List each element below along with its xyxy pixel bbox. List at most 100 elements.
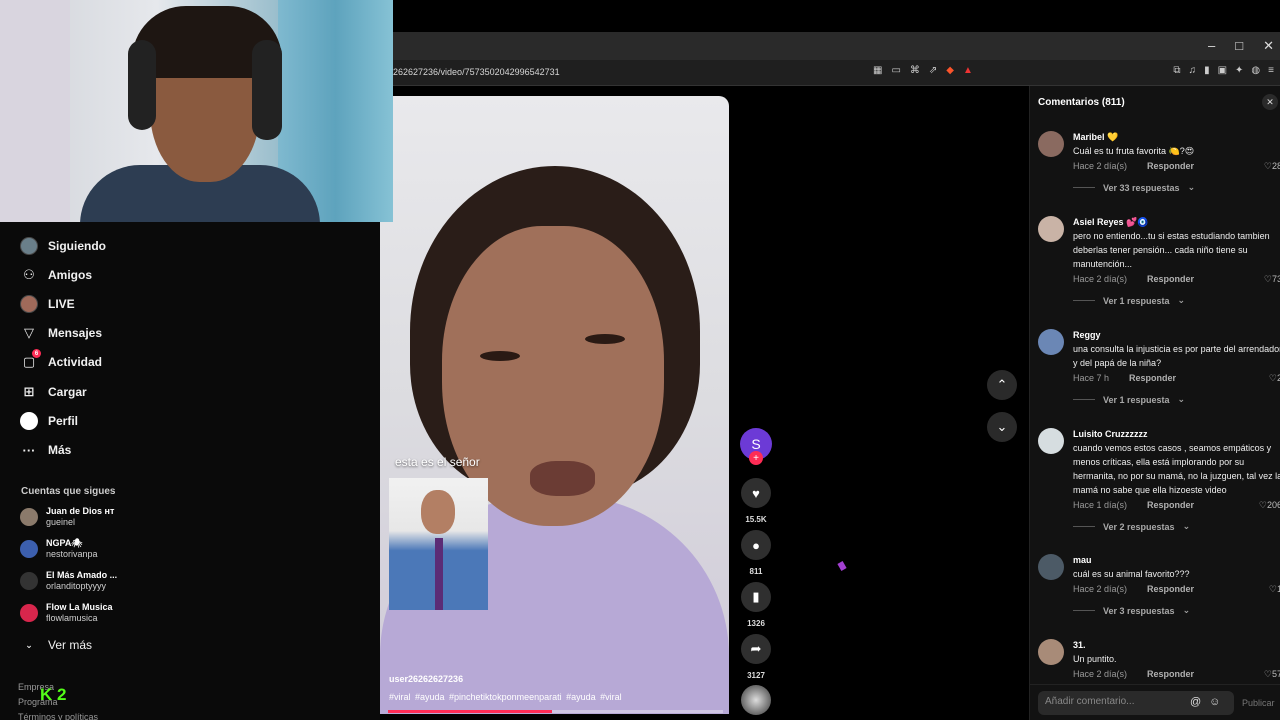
reply-button[interactable]: Responder	[1147, 161, 1194, 171]
save-button[interactable]: ▮ 1326	[739, 582, 773, 628]
translate-icon[interactable]: ⌘	[910, 65, 920, 76]
menu-icon[interactable]: ≡	[1268, 65, 1274, 76]
heart-icon[interactable]: ♥	[741, 478, 771, 508]
follow-plus-icon[interactable]: +	[749, 451, 763, 465]
vpn-icon[interactable]: ◍	[1251, 65, 1260, 76]
publish-button[interactable]: Publicar	[1242, 698, 1275, 708]
share-arrow-icon[interactable]: ➦	[741, 634, 771, 664]
video-hashtags[interactable]: #viral #ayuda #pinchetiktokponmeenparati…	[389, 692, 622, 702]
webcam-wall	[0, 0, 70, 222]
friends-icon: ⚇	[23, 267, 35, 282]
comment-like[interactable]: ♡2	[1269, 373, 1280, 384]
music-icon[interactable]: ♫	[1189, 65, 1197, 76]
reply-button[interactable]: Responder	[1129, 373, 1176, 383]
music-disc[interactable]	[739, 685, 773, 715]
minimize-button[interactable]: –	[1208, 38, 1215, 54]
nav-messages[interactable]: ▽ Mensajes	[20, 324, 102, 342]
footer-link[interactable]: Términos y políticas	[18, 710, 98, 720]
avatar[interactable]	[1038, 329, 1064, 355]
comment-author[interactable]: Asiel Reyes 💕🧿	[1073, 216, 1280, 229]
followed-account[interactable]: El Más Amado ... orlanditoptyyyy	[20, 570, 117, 592]
nav-activity[interactable]: ▢ 6 Actividad	[20, 349, 103, 371]
mention-icon[interactable]: @	[1190, 696, 1201, 708]
account-handle: nestorivanpa	[46, 549, 98, 559]
comment-like[interactable]: ♡28	[1264, 161, 1280, 172]
address-bar[interactable]: 262627236/video/7573502042996542731 ▦ ▭ …	[393, 60, 1280, 86]
comment-author[interactable]: Luisito Cruzzzzzz	[1073, 428, 1280, 441]
wallet-icon[interactable]: ▣	[1218, 65, 1227, 76]
comment-like[interactable]: ♡1	[1269, 584, 1280, 595]
webcam-overlay	[0, 0, 393, 222]
nav-live[interactable]: LIVE	[20, 295, 75, 313]
avatar	[20, 508, 38, 526]
comment-author[interactable]: 31.	[1073, 639, 1280, 652]
more-icon: ···	[22, 442, 36, 458]
reader-icon[interactable]: ▦	[873, 65, 882, 76]
video-eye	[585, 334, 625, 344]
rewards-icon[interactable]: ▲	[963, 65, 973, 76]
comment-author[interactable]: Maribel 💛	[1073, 131, 1280, 144]
reply-button[interactable]: Responder	[1147, 584, 1194, 594]
previous-video-button[interactable]: ⌃	[987, 370, 1017, 400]
screenshot-icon[interactable]: ⧉	[1173, 65, 1180, 76]
account-handle: flowlamusica	[46, 613, 98, 623]
avatar	[20, 540, 38, 558]
next-video-button[interactable]: ⌄	[987, 412, 1017, 442]
reply-button[interactable]: Responder	[1147, 274, 1194, 284]
nav-label: Siguiendo	[48, 239, 106, 253]
nav-friends[interactable]: ⚇ Amigos	[20, 266, 92, 284]
cast-icon[interactable]: ▭	[891, 65, 900, 76]
nav-label: Amigos	[48, 268, 93, 282]
avatar[interactable]	[1038, 216, 1064, 242]
comment-button[interactable]: ● 811	[739, 530, 773, 576]
view-replies-button[interactable]: Ver 3 respuestas ⌄	[1073, 605, 1280, 616]
close-icon[interactable]: ✕	[1262, 94, 1278, 110]
nav-label: Actividad	[48, 355, 103, 369]
nav-label: Más	[48, 443, 72, 457]
bookmark-icon[interactable]: ▮	[741, 582, 771, 612]
reply-button[interactable]: Responder	[1147, 500, 1194, 510]
like-button[interactable]: ♥ 15.5K	[739, 478, 773, 524]
close-window-button[interactable]: ✕	[1263, 38, 1274, 54]
reply-button[interactable]: Responder	[1147, 669, 1194, 679]
url-text[interactable]: 262627236/video/7573502042996542731	[393, 67, 560, 77]
share-button[interactable]: ➦ 3127	[739, 634, 773, 680]
nav-more[interactable]: ··· Más	[20, 441, 72, 459]
share-icon[interactable]: ⇗	[929, 65, 937, 76]
view-replies-button[interactable]: Ver 2 respuestas ⌄	[1073, 521, 1280, 532]
view-replies-button[interactable]: Ver 1 respuesta ⌄	[1073, 295, 1280, 306]
nav-following[interactable]: Siguiendo	[20, 237, 106, 255]
comment-like[interactable]: ♡57	[1264, 669, 1280, 680]
comment-count: 811	[749, 567, 763, 576]
maximize-button[interactable]: □	[1235, 38, 1243, 54]
emoji-icon[interactable]: ☺	[1209, 696, 1220, 708]
comment-icon[interactable]: ●	[741, 530, 771, 560]
comment-author[interactable]: mau	[1073, 554, 1280, 567]
followed-account[interactable]: NGPA🕷 nestorivanpa	[20, 538, 98, 560]
avatar[interactable]	[1038, 554, 1064, 580]
comment-like[interactable]: ♡206	[1259, 500, 1280, 511]
followed-account[interactable]: Juan de Dios ʜᴛ gueinel	[20, 506, 114, 528]
avatar[interactable]	[1038, 639, 1064, 665]
nav-upload[interactable]: ⊞ Cargar	[20, 383, 87, 401]
music-disc-icon[interactable]	[741, 685, 771, 715]
video-progress-bar[interactable]	[388, 710, 723, 713]
view-replies-button[interactable]: Ver 1 respuesta ⌄	[1073, 394, 1280, 405]
video-username[interactable]: user26262627236	[389, 674, 463, 684]
video-player[interactable]: esta es el señor user26262627236 #viral …	[380, 96, 729, 714]
live-icon	[20, 295, 38, 313]
sidebar-icon[interactable]: ▮	[1204, 65, 1210, 76]
activity-badge: 6	[32, 349, 41, 358]
heart-outline-icon: ♡	[1263, 161, 1272, 171]
creator-avatar[interactable]: S +	[739, 428, 773, 465]
comment-author[interactable]: Reggy	[1073, 329, 1280, 342]
view-replies-button[interactable]: Ver 33 respuestas ⌄	[1073, 182, 1280, 193]
nav-profile[interactable]: Perfil	[20, 412, 78, 430]
followed-account[interactable]: Flow La Musica flowlamusica	[20, 602, 113, 624]
avatar[interactable]	[1038, 428, 1064, 454]
brave-shield-icon[interactable]: ◆	[946, 65, 954, 76]
extension-icon[interactable]: ✦	[1235, 65, 1243, 76]
comment-like[interactable]: ♡73	[1264, 274, 1280, 285]
avatar[interactable]	[1038, 131, 1064, 157]
see-more-button[interactable]: ⌄ Ver más	[20, 636, 92, 654]
